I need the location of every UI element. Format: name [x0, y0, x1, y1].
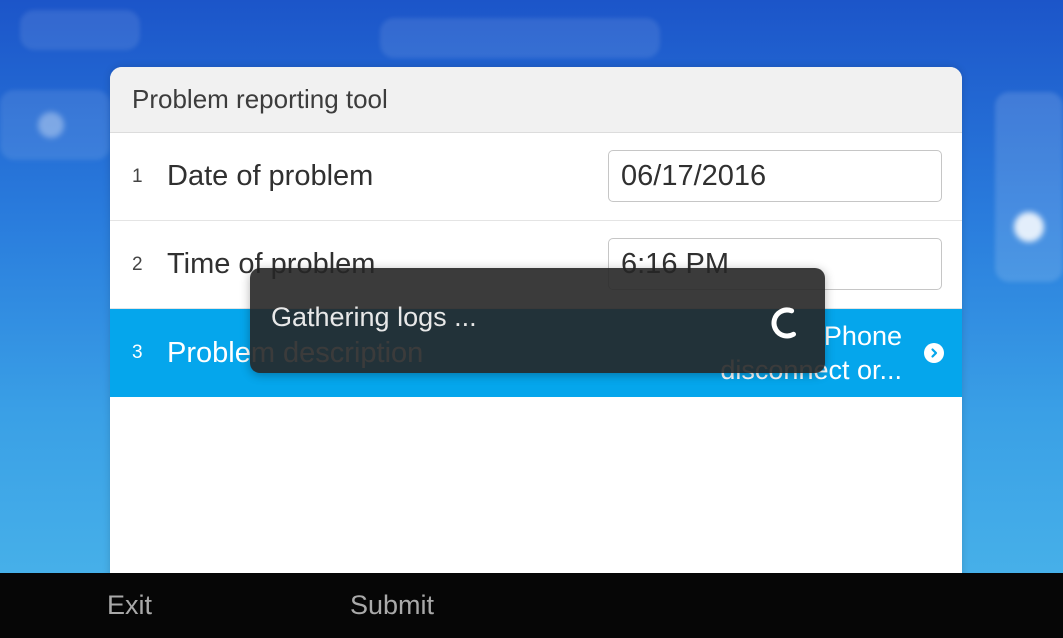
date-field[interactable]: 06/17/2016: [608, 150, 942, 202]
background-blur-shape: [20, 10, 140, 50]
exit-button[interactable]: Exit: [107, 590, 152, 621]
toast-message: Gathering logs ...: [271, 302, 477, 332]
row-date-of-problem[interactable]: 1 Date of problem 06/17/2016: [110, 133, 962, 221]
dialog-title: Problem reporting tool: [132, 84, 388, 114]
row-number: 1: [132, 165, 143, 187]
chevron-right-icon[interactable]: [924, 343, 944, 363]
background-blur-dot: [1014, 212, 1044, 242]
row-number: 3: [132, 342, 143, 363]
spinner-icon: [770, 306, 804, 340]
softkey-bar: Exit Submit: [0, 573, 1063, 638]
dialog-header: Problem reporting tool: [110, 67, 962, 133]
background-blur-dot: [38, 112, 64, 138]
row-number: 2: [132, 253, 143, 275]
background-blur-shape: [380, 18, 660, 58]
background-blur-shape: [995, 92, 1063, 282]
submit-button[interactable]: Submit: [350, 590, 434, 621]
gathering-logs-toast: Gathering logs ...: [250, 268, 825, 373]
row-label: Date of problem: [167, 160, 374, 192]
